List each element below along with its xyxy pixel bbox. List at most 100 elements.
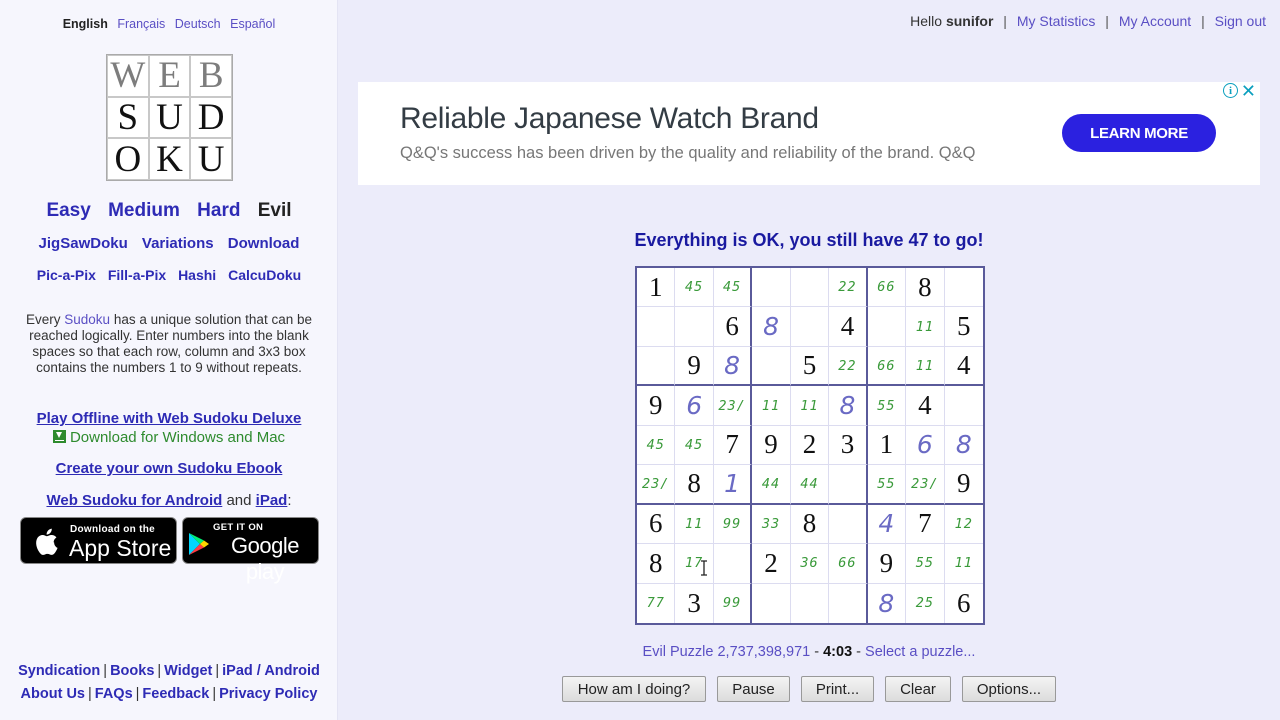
sudoku-cell-r3c3[interactable]: 8 [713, 346, 753, 387]
footer-privacy-policy[interactable]: Privacy Policy [219, 686, 317, 702]
footer-about-us[interactable]: About Us [21, 686, 85, 702]
sudoku-cell-r3c7[interactable]: 66 [867, 346, 907, 387]
nav-hashi[interactable]: Hashi [178, 267, 216, 283]
nav-download[interactable]: Download [228, 235, 300, 252]
sudoku-cell-r1c9[interactable] [944, 268, 983, 308]
sudoku-cell-r4c4[interactable]: 11 [752, 386, 791, 426]
sudoku-cell-r9c7[interactable]: 8 [868, 583, 907, 623]
footer-ipad-android[interactable]: iPad / Android [222, 663, 320, 679]
download-link[interactable]: Download for Windows and Mac [70, 429, 285, 446]
nav-jigsawdoku[interactable]: JigSawDoku [39, 235, 128, 252]
sudoku-cell-r1c5[interactable] [790, 268, 830, 308]
sudoku-cell-r9c1[interactable]: 77 [637, 583, 676, 623]
print-button[interactable]: Print... [801, 676, 874, 702]
level-hard[interactable]: Hard [197, 200, 240, 221]
create-ebook-link[interactable]: Create your own Sudoku Ebook [56, 460, 283, 477]
sudoku-cell-r4c6[interactable]: 8 [829, 386, 868, 426]
ad-subtitle[interactable]: Q&Q's success has been driven by the qua… [400, 144, 975, 163]
nav-variations[interactable]: Variations [142, 235, 214, 252]
how-am-i-doing-button[interactable]: How am I doing? [562, 676, 706, 702]
play-offline-link[interactable]: Play Offline with Web Sudoku Deluxe [37, 410, 302, 427]
sudoku-cell-r8c8[interactable]: 55 [906, 544, 945, 584]
sudoku-cell-r8c3[interactable] [713, 544, 753, 584]
sudoku-cell-r6c6[interactable] [829, 465, 868, 505]
sudoku-cell-r2c1[interactable] [637, 307, 676, 347]
select-puzzle-link[interactable]: Select a puzzle... [865, 644, 975, 660]
sudoku-cell-r9c3[interactable]: 99 [714, 583, 753, 623]
sudoku-cell-r6c7[interactable]: 55 [867, 465, 907, 505]
ad-banner[interactable]: Reliable Japanese Watch Brand Q&Q's succ… [358, 81, 1260, 185]
sudoku-cell-r4c9[interactable] [944, 386, 983, 426]
sudoku-cell-r7c6[interactable] [829, 504, 868, 545]
clear-button[interactable]: Clear [885, 676, 951, 702]
sudoku-cell-r2c2[interactable] [675, 307, 714, 347]
sudoku-cell-r1c2[interactable]: 45 [675, 268, 714, 308]
sudoku-cell-r1c7[interactable]: 66 [867, 268, 907, 308]
sudoku-cell-r7c4[interactable]: 33 [752, 504, 791, 545]
sudoku-cell-r4c3[interactable]: 23/ [713, 386, 753, 426]
sudoku-cell-r9c8[interactable]: 25 [906, 583, 945, 623]
ad-info-icon[interactable]: i [1223, 83, 1238, 98]
my-statistics-link[interactable]: My Statistics [1017, 13, 1096, 29]
ad-close-icon[interactable]: ✕ [1241, 81, 1256, 102]
sudoku-cell-r7c9[interactable]: 12 [944, 505, 983, 545]
sudoku-cell-r6c4[interactable]: 44 [752, 465, 791, 505]
footer-feedback[interactable]: Feedback [142, 686, 209, 702]
web-sudoku-logo[interactable]: W E B S U D O K U [106, 54, 233, 181]
sudoku-cell-r9c6[interactable] [829, 583, 868, 623]
language-espanol[interactable]: Español [230, 17, 275, 31]
footer-books[interactable]: Books [110, 663, 154, 679]
nav-calcudoku[interactable]: CalcuDoku [228, 267, 301, 283]
sudoku-cell-r2c8[interactable]: 11 [906, 307, 945, 347]
sudoku-cell-r2c4[interactable]: 8 [752, 307, 791, 347]
sudoku-cell-r7c7[interactable]: 4 [867, 504, 907, 545]
options-button[interactable]: Options... [962, 676, 1056, 702]
sign-out-link[interactable]: Sign out [1215, 13, 1266, 29]
language-francais[interactable]: Français [117, 17, 165, 31]
sudoku-link[interactable]: Sudoku [64, 312, 110, 327]
sudoku-cell-r7c3[interactable]: 99 [713, 504, 753, 545]
sudoku-cell-r6c3[interactable]: 1 [713, 465, 753, 505]
sudoku-cell-r1c3[interactable]: 45 [713, 268, 753, 308]
level-medium[interactable]: Medium [108, 200, 180, 221]
sudoku-cell-r8c9[interactable]: 11 [944, 544, 983, 584]
ipad-link[interactable]: iPad [256, 492, 288, 509]
ad-title[interactable]: Reliable Japanese Watch Brand [400, 102, 819, 136]
puzzle-number-link[interactable]: Evil Puzzle 2,737,398,971 [643, 644, 811, 660]
sudoku-cell-r6c1[interactable]: 23/ [637, 465, 676, 505]
sudoku-cell-r5c1[interactable]: 45 [637, 425, 676, 466]
my-account-link[interactable]: My Account [1119, 13, 1191, 29]
sudoku-cell-r6c5[interactable]: 44 [790, 465, 830, 505]
sudoku-cell-r2c7[interactable] [867, 307, 907, 347]
sudoku-cell-r9c5[interactable] [791, 583, 830, 623]
sudoku-cell-r8c6[interactable]: 66 [829, 544, 868, 584]
sudoku-cell-r3c1[interactable] [637, 346, 676, 387]
sudoku-cell-r5c9[interactable]: 8 [944, 426, 983, 466]
sudoku-cell-r4c5[interactable]: 11 [790, 386, 830, 426]
sudoku-cell-r4c2[interactable]: 6 [675, 386, 714, 426]
app-store-badge[interactable]: Download on the App Store [20, 517, 177, 564]
nav-pic-a-pix[interactable]: Pic-a-Pix [37, 267, 96, 283]
sudoku-cell-r6c8[interactable]: 23/ [906, 465, 945, 505]
footer-widget[interactable]: Widget [164, 663, 212, 679]
sudoku-cell-r5c8[interactable]: 6 [906, 425, 945, 466]
footer-syndication[interactable]: Syndication [18, 663, 100, 679]
pause-button[interactable]: Pause [717, 676, 790, 702]
language-deutsch[interactable]: Deutsch [175, 17, 221, 31]
sudoku-cell-r2c5[interactable] [790, 307, 830, 347]
sudoku-cell-r3c4[interactable] [752, 346, 791, 387]
footer-faqs[interactable]: FAQs [95, 686, 133, 702]
sudoku-cell-r8c5[interactable]: 36 [790, 544, 830, 584]
sudoku-cell-r1c4[interactable] [752, 268, 791, 308]
sudoku-cell-r8c2[interactable]: 17 [675, 544, 714, 584]
sudoku-cell-r4c7[interactable]: 55 [867, 386, 907, 426]
level-easy[interactable]: Easy [46, 200, 90, 221]
sudoku-cell-r9c4[interactable] [752, 583, 791, 623]
sudoku-cell-r3c8[interactable]: 11 [906, 346, 945, 387]
sudoku-cell-r5c2[interactable]: 45 [675, 425, 714, 466]
android-link[interactable]: Web Sudoku for Android [46, 492, 222, 509]
sudoku-cell-r7c2[interactable]: 11 [675, 504, 714, 545]
sudoku-cell-r1c6[interactable]: 22 [829, 268, 868, 308]
nav-fill-a-pix[interactable]: Fill-a-Pix [108, 267, 166, 283]
download-promo[interactable]: Download for Windows and Mac [0, 429, 338, 446]
